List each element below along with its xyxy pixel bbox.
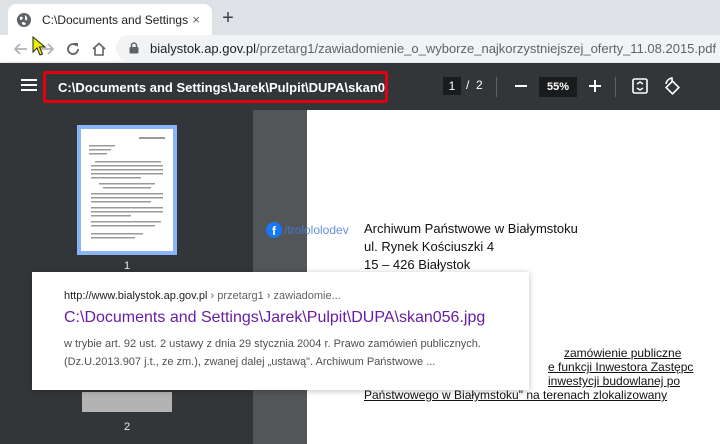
document-title: C:\Documents and Settings\Jarek\Pulpit\D…: [43, 71, 388, 103]
address-bar[interactable]: bialystok.ap.gov.pl/przetarg1/zawiadomie…: [116, 35, 720, 61]
url-host: bialystok.ap.gov.pl: [150, 40, 256, 56]
menu-icon[interactable]: [21, 78, 37, 92]
url-text: bialystok.ap.gov.pl/przetarg1/zawiadomie…: [150, 41, 716, 56]
reload-icon: [67, 43, 79, 55]
zoom-out-icon[interactable]: [512, 77, 530, 95]
url-path: /przetarg1/zawiadomienie_o_wyborze_najko…: [256, 40, 717, 56]
facebook-icon: f: [266, 222, 282, 238]
thumbnail-number: 2: [123, 421, 131, 433]
thumbnail-preview: [89, 137, 165, 239]
back-button[interactable]: [10, 38, 32, 60]
close-tab-icon[interactable]: ×: [188, 12, 204, 28]
address-line: Archiwum Państwowe w Białymstoku: [364, 221, 578, 236]
mouse-cursor-icon: [32, 36, 46, 56]
result-title-link[interactable]: C:\Documents and Settings\Jarek\Pulpit\D…: [64, 309, 485, 327]
page-thumbnail[interactable]: [82, 392, 172, 412]
pdf-toolbar: C:\Documents and Settings\Jarek\Pulpit\D…: [0, 63, 720, 110]
body-line: Państwowego w Białymstoku" na terenach z…: [364, 388, 668, 402]
new-tab-button[interactable]: +: [218, 8, 238, 28]
snippet-line: (Dz.U.2013.907 j.t., ze zm.), zwanej dal…: [64, 356, 436, 368]
zoom-level-input[interactable]: 55%: [539, 77, 577, 97]
browser-window: C:\Documents and Settings\Jarek\Pulpit\D…: [0, 0, 720, 444]
result-host: http://www.bialystok.ap.gov.pl: [64, 290, 208, 302]
result-path: › przetarg1 › zawiadomie...: [207, 290, 341, 302]
snippet-line: w trybie art. 92 ust. 2 ustawy z dnia 29…: [64, 338, 481, 350]
zoom-in-icon[interactable]: [586, 77, 604, 95]
page-number-input[interactable]: 1: [443, 77, 461, 95]
fit-page-icon[interactable]: [631, 77, 649, 95]
page-total: 2: [476, 78, 483, 92]
home-icon: [92, 42, 106, 56]
address-line: ul. Rynek Kościuszki 4: [364, 239, 495, 254]
watermark: f /trolololodev: [266, 222, 349, 238]
reload-button[interactable]: [62, 38, 84, 60]
search-result-card: http://www.bialystok.ap.gov.pl › przetar…: [32, 272, 529, 390]
browser-tab[interactable]: C:\Documents and Settings\Jarek\Pulpit\D…: [8, 4, 212, 35]
page-thumbnail[interactable]: [77, 125, 177, 255]
result-snippet: w trybie art. 92 ust. 2 ustawy z dnia 29…: [64, 335, 519, 371]
result-breadcrumb[interactable]: http://www.bialystok.ap.gov.pl › przetar…: [64, 290, 341, 302]
page-separator: /: [466, 78, 470, 92]
tab-strip: C:\Documents and Settings\Jarek\Pulpit\D…: [0, 0, 720, 35]
thumbnail-number: 1: [123, 260, 131, 272]
globe-icon: [17, 12, 31, 27]
arrow-left-icon: [13, 43, 27, 55]
home-button[interactable]: [88, 38, 110, 60]
rotate-icon[interactable]: [662, 76, 682, 96]
tab-title: C:\Documents and Settings\Jarek\Pulpit\D…: [42, 12, 189, 27]
toolbar-divider: [496, 77, 497, 97]
recipient-address: Archiwum Państwowe w Białymstoku ul. Ryn…: [364, 220, 578, 274]
lock-icon: [129, 42, 139, 54]
browser-toolbar: bialystok.ap.gov.pl/przetarg1/zawiadomie…: [0, 35, 720, 63]
watermark-text: /trolololodev: [284, 223, 349, 237]
toolbar-divider: [615, 77, 616, 97]
